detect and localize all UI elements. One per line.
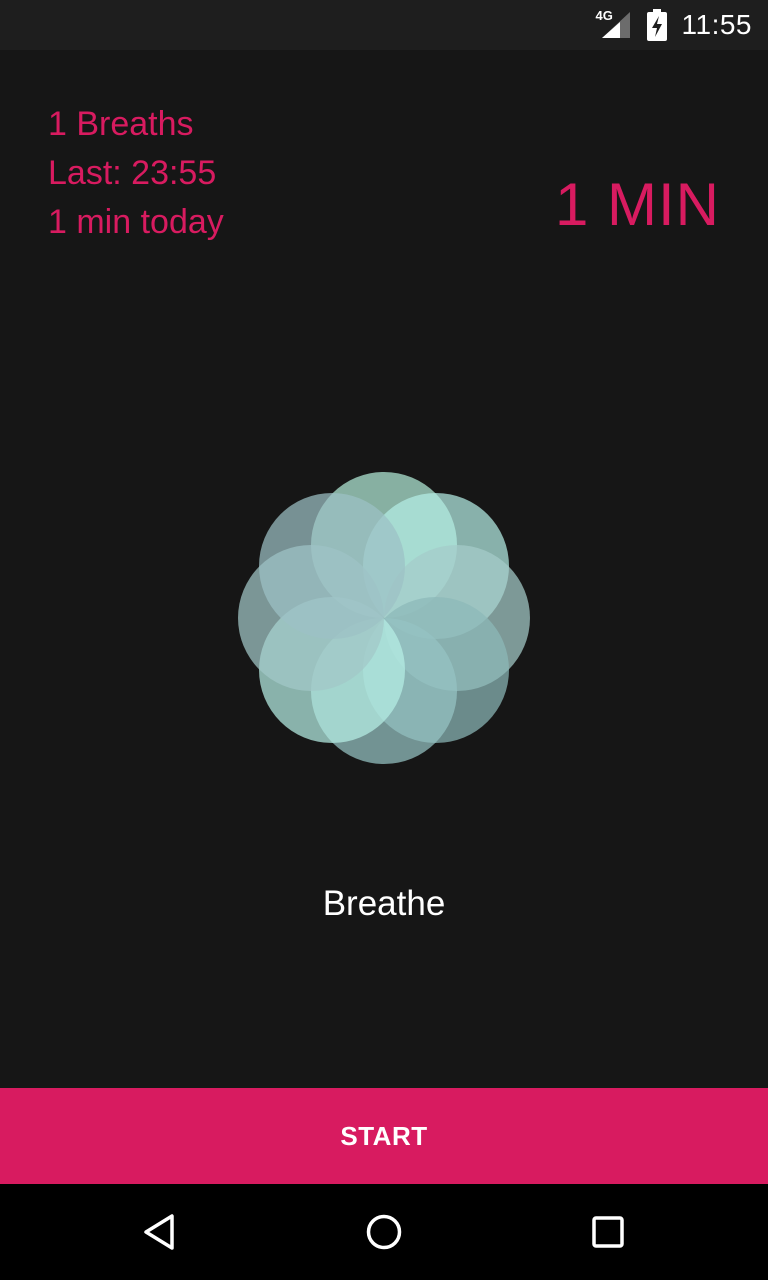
recents-icon[interactable]	[578, 1202, 638, 1262]
breathing-flower	[224, 458, 544, 778]
back-icon[interactable]	[130, 1202, 190, 1262]
navigation-bar	[0, 1184, 768, 1280]
status-icons: 4G 11:55	[596, 0, 753, 50]
start-button[interactable]: START	[0, 1088, 768, 1184]
petal	[259, 493, 405, 639]
flower-graphic	[238, 472, 530, 764]
breathe-label: Breathe	[322, 884, 446, 923]
today-total: 1 min today	[48, 203, 224, 241]
clock: 11:55	[681, 9, 752, 40]
home-icon[interactable]	[354, 1202, 414, 1262]
breaths-count: 1 Breaths	[48, 105, 194, 143]
duration-selector[interactable]: 1 MIN	[555, 170, 720, 239]
last-session: Last: 23:55	[48, 154, 217, 192]
signal-icon: 4G	[596, 8, 632, 40]
stats-panel: 1 Breaths Last: 23:55 1 min today	[48, 100, 224, 247]
status-bar: 4G 11:55	[0, 0, 768, 50]
battery-charging-icon	[646, 9, 668, 41]
